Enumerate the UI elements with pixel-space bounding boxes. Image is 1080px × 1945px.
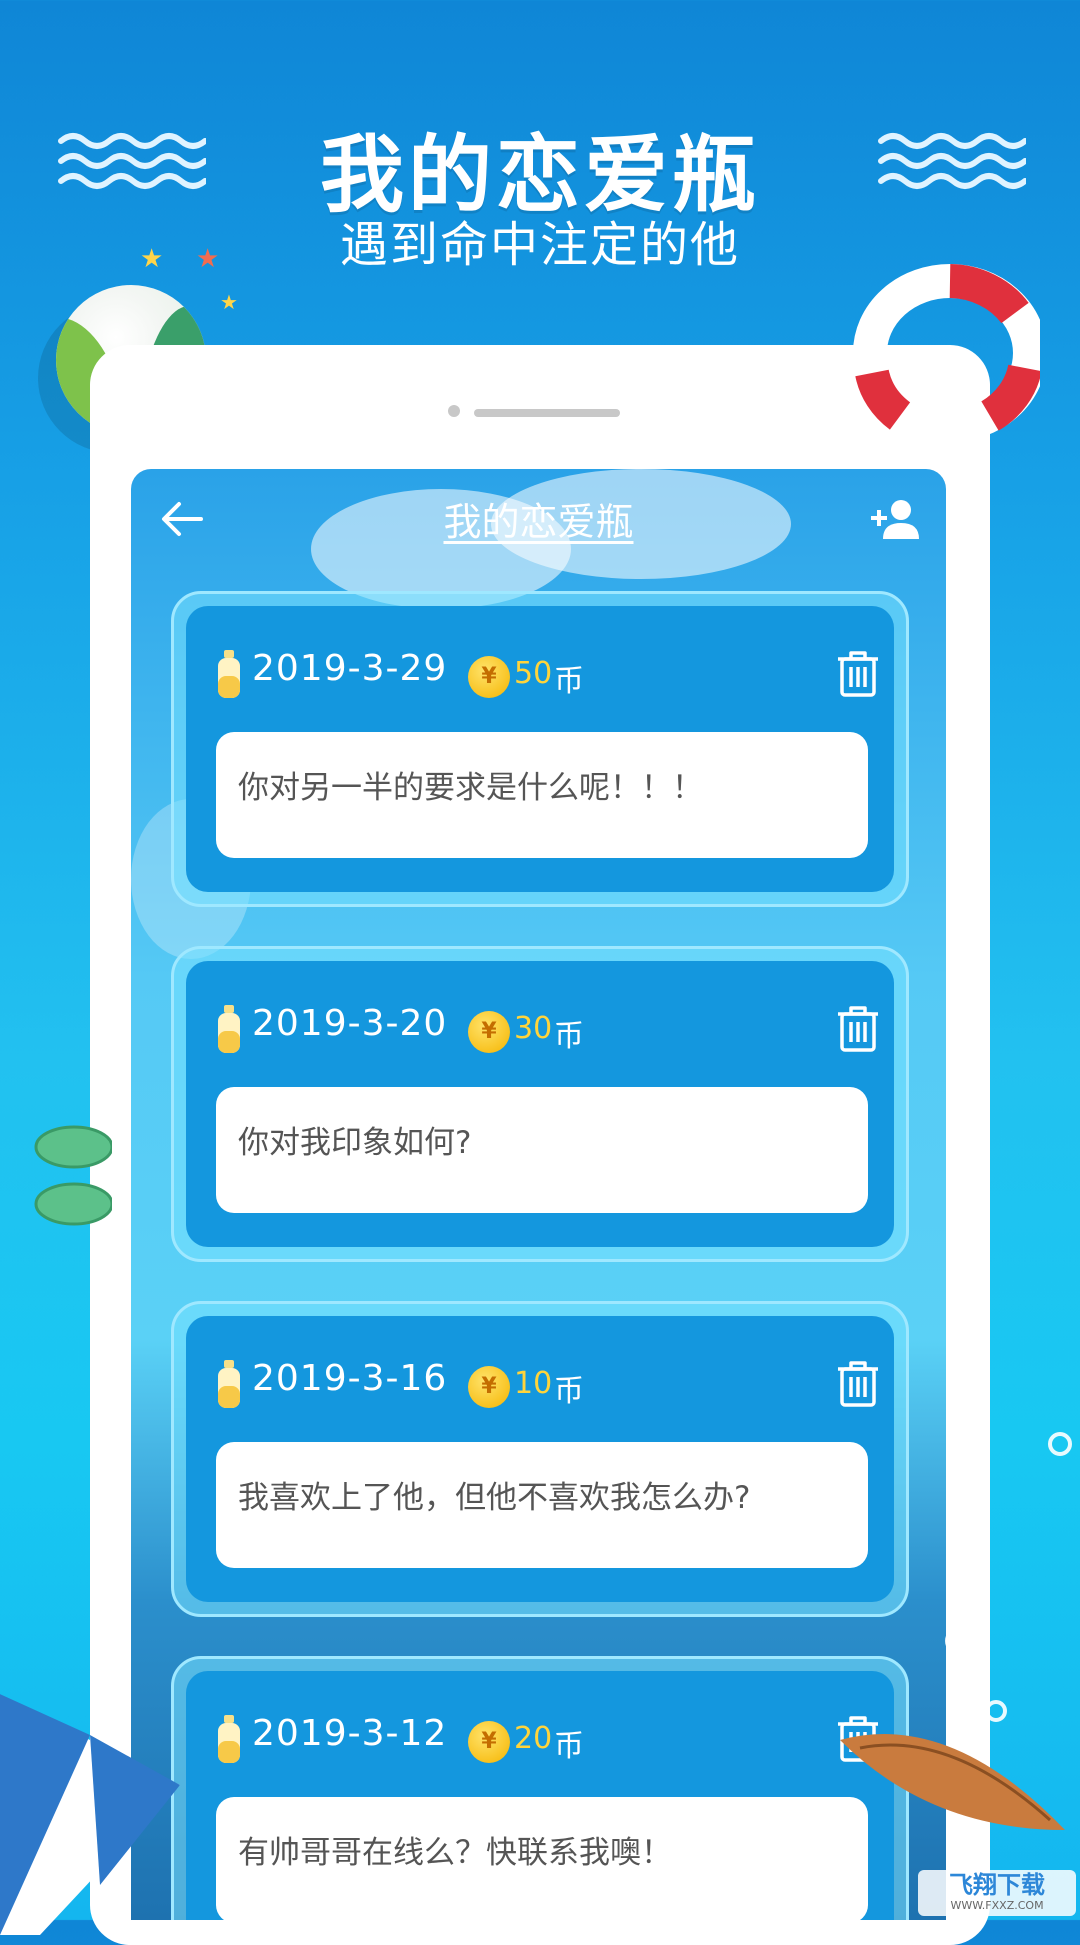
card-date: 2019-3-16 xyxy=(252,1358,448,1399)
bottle-card[interactable]: 2019-3-20 ¥ 30 币 你对我印象如何? xyxy=(171,946,909,1262)
coin-unit: 币 xyxy=(554,1729,584,1764)
question-text: 有帅哥哥在线么？快联系我噢！ xyxy=(216,1797,868,1920)
coin-amount: 30 xyxy=(514,1011,553,1046)
card-date: 2019-3-20 xyxy=(252,1003,448,1044)
bottle-icon xyxy=(216,1005,242,1055)
card-date: 2019-3-29 xyxy=(252,648,448,689)
surfboard-icon xyxy=(830,1720,1070,1840)
starfish-icon: ★ xyxy=(196,244,220,274)
trash-icon[interactable] xyxy=(836,650,880,698)
bottle-card[interactable]: 2019-3-12 ¥ 20 币 有帅哥哥在线么？快联系我噢！ xyxy=(171,1656,909,1920)
star-icon: ★ xyxy=(220,290,238,314)
trash-icon[interactable] xyxy=(836,1005,880,1053)
question-text: 你对另一半的要求是什么呢！！！ xyxy=(216,732,868,858)
bottle-card[interactable]: 2019-3-29 ¥ 50 币 你对另一半的要求是什么呢！！！ xyxy=(171,591,909,907)
coin-icon: ¥ xyxy=(468,1011,510,1053)
question-text: 我喜欢上了他，但他不喜欢我怎么办? xyxy=(216,1442,868,1568)
watermark-brand: 飞翔下载 xyxy=(949,1871,1045,1899)
bubble-icon xyxy=(950,1540,974,1564)
star-icon: ★ xyxy=(140,244,164,274)
phone-speaker-bar xyxy=(474,409,620,417)
bottle-card-inner: 2019-3-20 ¥ 30 币 你对我印象如何? xyxy=(186,961,894,1247)
bubble-icon xyxy=(985,1700,1007,1722)
coin-icon: ¥ xyxy=(468,1366,510,1408)
coin-amount: 50 xyxy=(514,656,553,691)
flip-flops-icon xyxy=(32,1122,114,1232)
coin-unit: 币 xyxy=(554,1019,584,1054)
trash-icon[interactable] xyxy=(836,1360,880,1408)
bottle-card-inner: 2019-3-16 ¥ 10 币 我喜欢上了他，但他不喜欢我怎么办? xyxy=(186,1316,894,1602)
coin-amount: 10 xyxy=(514,1366,553,1401)
coin-icon: ¥ xyxy=(468,656,510,698)
coin-unit: 币 xyxy=(554,664,584,699)
bottle-icon xyxy=(216,1360,242,1410)
bubble-icon xyxy=(945,1628,971,1654)
card-date: 2019-3-12 xyxy=(252,1713,448,1754)
bottle-icon xyxy=(216,1715,242,1765)
phone-camera-dot xyxy=(448,405,460,417)
life-ring-icon xyxy=(840,258,1047,442)
watermark-url: WWW.FXXZ.COM xyxy=(950,1899,1044,1912)
coin-unit: 币 xyxy=(554,1374,584,1409)
watermark: 飞翔下载 WWW.FXXZ.COM xyxy=(918,1870,1076,1916)
coin-amount: 20 xyxy=(514,1721,553,1756)
beach-umbrella-icon xyxy=(0,1665,200,1935)
add-user-icon[interactable] xyxy=(869,497,919,541)
bottle-card[interactable]: 2019-3-16 ¥ 10 币 我喜欢上了他，但他不喜欢我怎么办? xyxy=(171,1301,909,1617)
bottle-icon xyxy=(216,650,242,700)
app-header: 我的恋爱瓶 xyxy=(131,469,946,569)
bubble-icon xyxy=(1048,1432,1072,1456)
coin-icon: ¥ xyxy=(468,1721,510,1763)
bottle-card-inner: 2019-3-29 ¥ 50 币 你对另一半的要求是什么呢！！！ xyxy=(186,606,894,892)
bottle-card-inner: 2019-3-12 ¥ 20 币 有帅哥哥在线么？快联系我噢！ xyxy=(186,1671,894,1920)
app-screen: 我的恋爱瓶 2019-3-29 ¥ 50 币 你对另一半的要求是什么呢！！！ 2… xyxy=(131,469,946,1920)
question-text: 你对我印象如何? xyxy=(216,1087,868,1213)
page-title: 我的恋爱瓶 xyxy=(443,500,634,544)
